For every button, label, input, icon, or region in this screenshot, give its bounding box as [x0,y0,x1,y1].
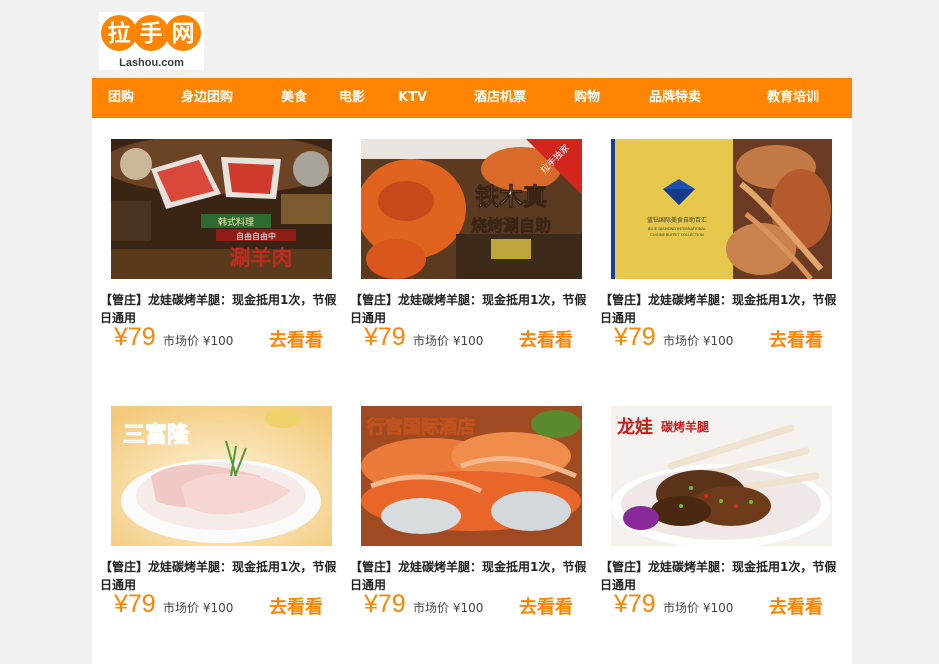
market-price: 市场价 ¥100 [663,334,734,348]
view-deal-button[interactable]: 去看看 [519,597,573,619]
nav-item-food[interactable]: 美食 [281,78,307,118]
lashou-logo-mark: 拉 手 网 [101,15,201,51]
deal-card: 韩式料理 自由自由中 涮羊肉 【管庄】龙娃碳烤羊腿：现金抵用1次，节假日通用 ¥… [92,118,336,364]
nav-item-nearby-deals[interactable]: 身边团购 [181,78,233,118]
market-price: 市场价 ¥100 [663,601,734,615]
deal-image[interactable]: 蓝钻国际美食自助百汇 BLUE DIAMOND INTERNATIONAL CU… [611,139,832,279]
deal-image[interactable]: 铁木真 烧烤涮自助 拉手独家 [361,139,582,279]
deal-price: ¥79 [364,590,406,618]
view-deal-button[interactable]: 去看看 [269,330,323,352]
view-deal-button[interactable]: 去看看 [269,597,323,619]
nav-item-education[interactable]: 教育培训 [767,78,819,118]
blue-diamond-banner-image: 蓝钻国际美食自助百汇 BLUE DIAMOND INTERNATIONAL CU… [611,139,832,279]
banner-text: 龙娃 [617,416,653,438]
header: 拉 手 网 Lashou.com [0,0,939,78]
svg-text:网: 网 [172,21,195,47]
deal-image[interactable]: 行宫国际酒店 [361,406,582,546]
nav-item-tuangou[interactable]: 团购 [108,78,134,118]
banner-text: 韩式料理 [218,216,254,228]
banner-text: 自由自由中 [236,231,276,241]
banner-text: 行宫国际酒店 [366,416,475,438]
nav-item-hotel-flights[interactable]: 酒店机票 [474,78,526,118]
deal-card: 铁木真 烧烤涮自助 拉手独家 【管庄】龙娃碳烤羊腿：现金抵用1次，节假日通用 ¥… [342,118,586,364]
deal-image[interactable]: 韩式料理 自由自由中 涮羊肉 [111,139,332,279]
nav-item-ktv[interactable]: KTV [398,78,427,118]
logo-subtext: Lashou.com [119,57,184,69]
deal-price: ¥79 [614,323,656,351]
svg-text:手: 手 [140,21,163,47]
xinggong-banner-image: 行宫国际酒店 [361,406,582,546]
site-logo[interactable]: 拉 手 网 Lashou.com [99,12,204,70]
deal-image[interactable]: 龙娃 碳烤羊腿 [611,406,832,546]
view-deal-button[interactable]: 去看看 [519,330,573,352]
deal-grid: 韩式料理 自由自由中 涮羊肉 【管庄】龙娃碳烤羊腿：现金抵用1次，节假日通用 ¥… [92,118,852,664]
banner-text: 蓝钻国际美食自助百汇 [647,216,707,224]
deal-card: 三富隆 【管庄】龙娃碳烤羊腿：现金抵用1次，节假日通用 ¥79 市场价 ¥100… [92,385,336,631]
deal-price: ¥79 [114,323,156,351]
deal-image[interactable]: 三富隆 [111,406,332,546]
banner-text: CUISINE BUFFET COLLECTION [650,233,704,237]
banner-text: 涮羊肉 [230,245,293,270]
nav-item-shopping[interactable]: 购物 [574,78,600,118]
deal-price: ¥79 [614,590,656,618]
deal-price: ¥79 [114,590,156,618]
banner-text: 碳烤羊腿 [661,419,710,434]
banner-text: 铁木真 [475,182,547,211]
hotpot-banner-image: 韩式料理 自由自由中 涮羊肉 [111,139,332,279]
banner-text: 三富隆 [123,422,190,448]
deal-price: ¥79 [364,323,406,351]
sanfulong-banner-image: 三富隆 [111,406,332,546]
deal-card: 行宫国际酒店 【管庄】龙娃碳烤羊腿：现金抵用1次，节假日通用 ¥79 市场价 ¥… [342,385,586,631]
nav-item-brand-sale[interactable]: 品牌特卖 [649,78,701,118]
banner-text: 烧烤涮自助 [471,216,551,235]
nav-item-movies[interactable]: 电影 [339,78,365,118]
market-price: 市场价 ¥100 [163,601,234,615]
crab-banner-image: 铁木真 烧烤涮自助 拉手独家 [361,139,582,279]
deal-card: 龙娃 碳烤羊腿 【管庄】龙娃碳烤羊腿：现金抵用1次，节假日通用 ¥79 市场价 … [592,385,836,631]
main-nav: 团购 身边团购 美食 电影 KTV 酒店机票 购物 品牌特卖 教育培训 [92,78,852,118]
banner-text: BLUE DIAMOND INTERNATIONAL [648,227,706,231]
view-deal-button[interactable]: 去看看 [769,597,823,619]
longwa-banner-image: 龙娃 碳烤羊腿 [611,406,832,546]
market-price: 市场价 ¥100 [413,601,484,615]
view-deal-button[interactable]: 去看看 [769,330,823,352]
deal-card: 蓝钻国际美食自助百汇 BLUE DIAMOND INTERNATIONAL CU… [592,118,836,364]
market-price: 市场价 ¥100 [163,334,234,348]
svg-text:拉: 拉 [108,20,131,47]
market-price: 市场价 ¥100 [413,334,484,348]
